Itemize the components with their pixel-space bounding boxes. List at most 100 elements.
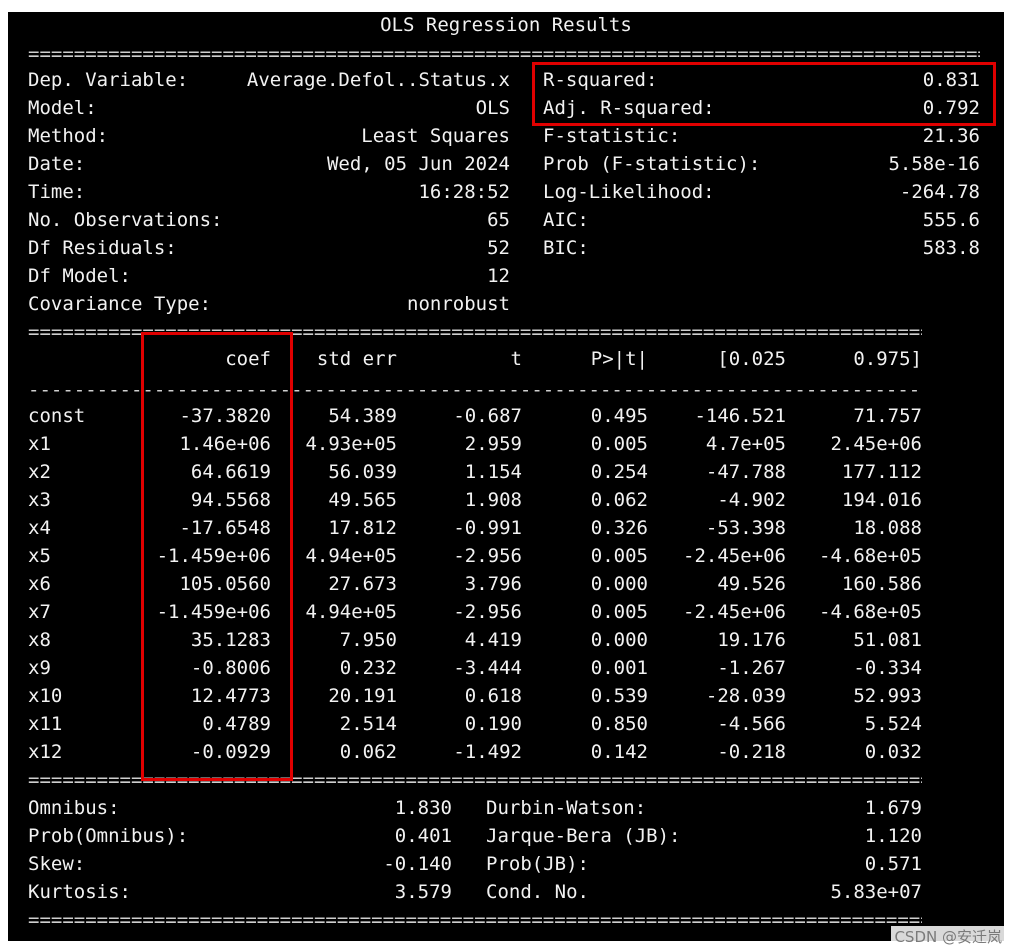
std-err-value: 0.232 bbox=[339, 657, 397, 679]
coef-value: 35.1283 bbox=[190, 629, 271, 651]
stat-value: 583.8 bbox=[922, 237, 980, 259]
p-value: 0.001 bbox=[590, 657, 648, 679]
std-err-value: 4.93e+05 bbox=[305, 433, 397, 455]
stat-label: Adj. R-squared: bbox=[543, 97, 715, 119]
row-label: x1 bbox=[28, 433, 51, 455]
ci-high-value: 2.45e+06 bbox=[830, 433, 922, 455]
ci-high-value: -0.334 bbox=[853, 657, 922, 679]
ci-low-value: -146.521 bbox=[694, 405, 786, 427]
stat-value: 52 bbox=[487, 237, 510, 259]
ci-high-value: -4.68e+05 bbox=[819, 545, 922, 567]
col-header-p: P>|t| bbox=[590, 348, 648, 370]
ci-high-value: 18.088 bbox=[853, 517, 922, 539]
ci-high-value: 194.016 bbox=[841, 489, 922, 511]
t-value: -2.956 bbox=[453, 601, 522, 623]
ci-high-value: 0.032 bbox=[864, 741, 922, 763]
stat-label: Prob (F-statistic): bbox=[543, 153, 761, 175]
stat-label: Cond. No. bbox=[486, 881, 589, 903]
std-err-value: 49.565 bbox=[328, 489, 397, 511]
row-label: x12 bbox=[28, 741, 63, 763]
std-err-value: 2.514 bbox=[339, 713, 397, 735]
col-header-ci-low: [0.025 bbox=[717, 348, 786, 370]
t-value: -3.444 bbox=[453, 657, 522, 679]
ci-low-value: -1.267 bbox=[717, 657, 786, 679]
stat-value: 1.679 bbox=[864, 797, 922, 819]
coef-value: -0.0929 bbox=[190, 741, 271, 763]
stat-value: 1.830 bbox=[394, 797, 452, 819]
row-label: x8 bbox=[28, 629, 51, 651]
ci-high-value: 5.524 bbox=[864, 713, 922, 735]
p-value: 0.142 bbox=[590, 741, 648, 763]
t-value: 1.908 bbox=[464, 489, 522, 511]
stat-value: Wed, 05 Jun 2024 bbox=[326, 153, 510, 175]
stat-value: 12 bbox=[487, 265, 510, 287]
std-err-value: 0.062 bbox=[339, 741, 397, 763]
t-value: -0.991 bbox=[453, 517, 522, 539]
t-value: 0.618 bbox=[464, 685, 522, 707]
stat-label: Model: bbox=[28, 97, 97, 119]
t-value: -0.687 bbox=[453, 405, 522, 427]
row-label: x11 bbox=[28, 713, 63, 735]
stat-label: Jarque-Bera (JB): bbox=[486, 825, 681, 847]
stat-value: -264.78 bbox=[899, 181, 980, 203]
col-header-t: t bbox=[510, 348, 522, 370]
stat-value: 0.792 bbox=[922, 97, 980, 119]
coef-value: -0.8006 bbox=[190, 657, 271, 679]
p-value: 0.254 bbox=[590, 461, 648, 483]
stat-label: AIC: bbox=[543, 209, 589, 231]
row-label: x6 bbox=[28, 573, 51, 595]
std-err-value: 4.94e+05 bbox=[305, 545, 397, 567]
stat-value: 0.401 bbox=[394, 825, 452, 847]
t-value: 0.190 bbox=[464, 713, 522, 735]
p-value: 0.062 bbox=[590, 489, 648, 511]
stat-value: 555.6 bbox=[922, 209, 980, 231]
stat-label: Df Residuals: bbox=[28, 237, 177, 259]
p-value: 0.495 bbox=[590, 405, 648, 427]
p-value: 0.850 bbox=[590, 713, 648, 735]
stat-label: Covariance Type: bbox=[28, 293, 212, 315]
row-label: x3 bbox=[28, 489, 51, 511]
stat-value: 5.58e-16 bbox=[888, 153, 980, 175]
row-label: x10 bbox=[28, 685, 63, 707]
ci-low-value: 4.7e+05 bbox=[705, 433, 786, 455]
stat-value: 21.36 bbox=[922, 125, 980, 147]
stat-value: Least Squares bbox=[361, 125, 510, 147]
t-value: 4.419 bbox=[464, 629, 522, 651]
stat-value: 0.571 bbox=[864, 853, 922, 875]
t-value: 2.959 bbox=[464, 433, 522, 455]
ci-high-value: 71.757 bbox=[853, 405, 922, 427]
stat-label: Omnibus: bbox=[28, 797, 120, 819]
col-header-std-err: std err bbox=[316, 348, 397, 370]
p-value: 0.000 bbox=[590, 573, 648, 595]
stat-value: nonrobust bbox=[407, 293, 510, 315]
row-label: const bbox=[28, 405, 86, 427]
std-err-value: 17.812 bbox=[328, 517, 397, 539]
double-rule: ========================================… bbox=[28, 326, 922, 338]
stat-label: F-statistic: bbox=[543, 125, 681, 147]
stat-value: 3.579 bbox=[394, 881, 452, 903]
stat-value: 65 bbox=[487, 209, 510, 231]
row-label: x9 bbox=[28, 657, 51, 679]
double-rule: ========================================… bbox=[28, 48, 980, 60]
watermark: CSDN @安迁岚 bbox=[891, 926, 1005, 947]
stat-value: OLS bbox=[475, 97, 510, 119]
stat-label: No. Observations: bbox=[28, 209, 223, 231]
stat-label: Method: bbox=[28, 125, 109, 147]
ci-low-value: -4.566 bbox=[717, 713, 786, 735]
std-err-value: 4.94e+05 bbox=[305, 601, 397, 623]
stat-label: Durbin-Watson: bbox=[486, 797, 647, 819]
coef-value: -1.459e+06 bbox=[156, 601, 271, 623]
terminal-output: OLS Regression Results =================… bbox=[8, 12, 1004, 941]
stat-value: 5.83e+07 bbox=[830, 881, 922, 903]
t-value: -2.956 bbox=[453, 545, 522, 567]
row-label: x5 bbox=[28, 545, 51, 567]
ci-low-value: -0.218 bbox=[717, 741, 786, 763]
t-value: 3.796 bbox=[464, 573, 522, 595]
stat-value: 16:28:52 bbox=[418, 181, 510, 203]
stat-label: BIC: bbox=[543, 237, 589, 259]
stat-label: Log-Likelihood: bbox=[543, 181, 715, 203]
dashed-rule: ----------------------------------------… bbox=[28, 384, 922, 396]
ci-high-value: 51.081 bbox=[853, 629, 922, 651]
p-value: 0.005 bbox=[590, 433, 648, 455]
ci-low-value: 19.176 bbox=[717, 629, 786, 651]
